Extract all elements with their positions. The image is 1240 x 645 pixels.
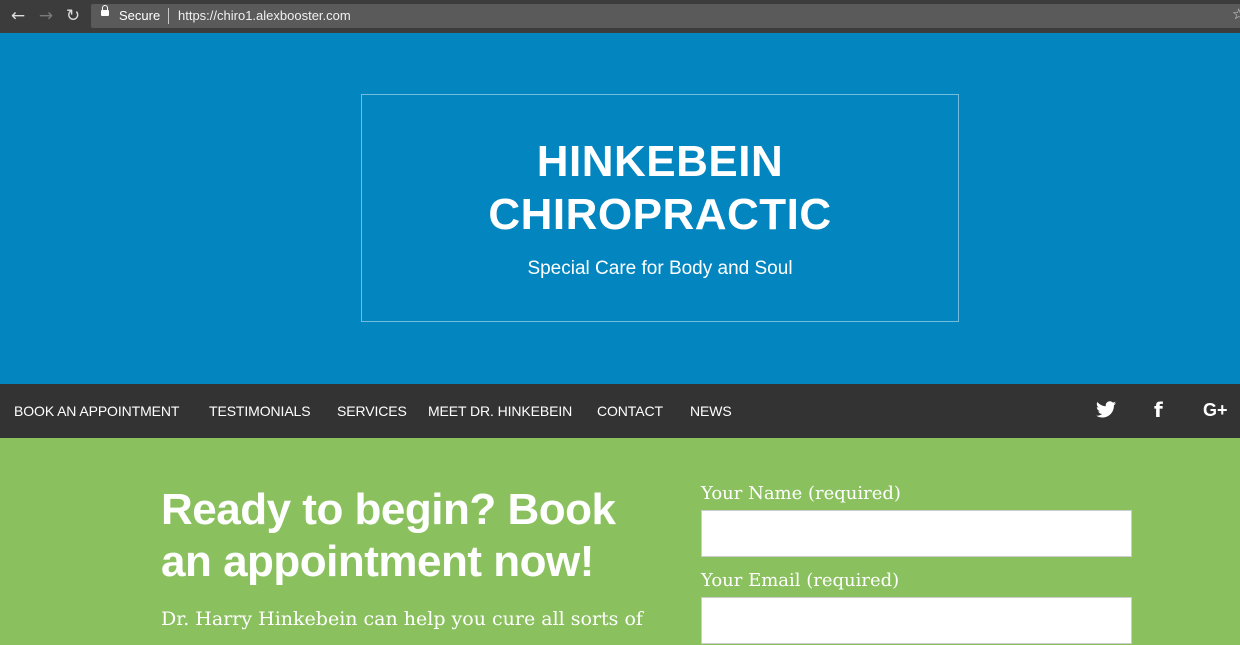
booking-heading-line-2: an appointment now! — [161, 537, 594, 586]
site-tagline: Special Care for Body and Soul — [527, 258, 793, 279]
site-title-line-2: CHIROPRACTIC — [488, 190, 832, 239]
booking-heading-line-1: Ready to begin? Book — [161, 485, 616, 534]
nav-item-services[interactable]: SERVICES — [337, 403, 407, 419]
nav-item-meet-dr[interactable]: MEET DR. HINKEBEIN — [428, 403, 572, 419]
lock-icon — [101, 5, 109, 16]
nav-item-contact[interactable]: CONTACT — [597, 403, 663, 419]
forward-icon[interactable]: → — [36, 6, 56, 26]
facebook-icon[interactable]: f — [1154, 398, 1163, 422]
google-plus-icon[interactable]: G+ — [1203, 398, 1228, 422]
twitter-icon[interactable] — [1096, 400, 1116, 424]
browser-toolbar: ← → ↻ Secure https://chiro1.alexbooster.… — [0, 0, 1240, 33]
email-field-label: Your Email (required) — [701, 570, 900, 591]
site-branding: HINKEBEIN CHIROPRACTIC Special Care for … — [361, 94, 959, 322]
site-title-line-1: HINKEBEIN — [536, 137, 784, 186]
url-text[interactable]: https://chiro1.alexbooster.com — [178, 8, 351, 23]
nav-item-news[interactable]: NEWS — [690, 403, 732, 419]
nav-item-book-appointment[interactable]: BOOK AN APPOINTMENT — [14, 403, 179, 419]
email-field[interactable] — [701, 597, 1132, 644]
address-bar[interactable]: Secure https://chiro1.alexbooster.com — [91, 4, 1240, 28]
booking-intro-text: Dr. Harry Hinkebein can help you cure al… — [161, 608, 643, 630]
secure-label: Secure — [119, 8, 161, 23]
name-field[interactable] — [701, 510, 1132, 557]
booking-heading: Ready to begin? Book an appointment now! — [161, 484, 631, 588]
name-field-label: Your Name (required) — [701, 483, 901, 504]
bookmark-star-icon[interactable]: ☆ — [1232, 5, 1240, 23]
hero-banner: HINKEBEIN CHIROPRACTIC Special Care for … — [0, 33, 1240, 384]
reload-icon[interactable]: ↻ — [63, 6, 83, 26]
address-separator — [168, 8, 169, 24]
back-icon[interactable]: ← — [8, 6, 28, 26]
main-navigation: BOOK AN APPOINTMENT TESTIMONIALS SERVICE… — [0, 384, 1240, 438]
site-title[interactable]: HINKEBEIN CHIROPRACTIC — [362, 135, 958, 241]
nav-item-testimonials[interactable]: TESTIMONIALS — [209, 403, 311, 419]
booking-section: Ready to begin? Book an appointment now!… — [0, 438, 1240, 645]
